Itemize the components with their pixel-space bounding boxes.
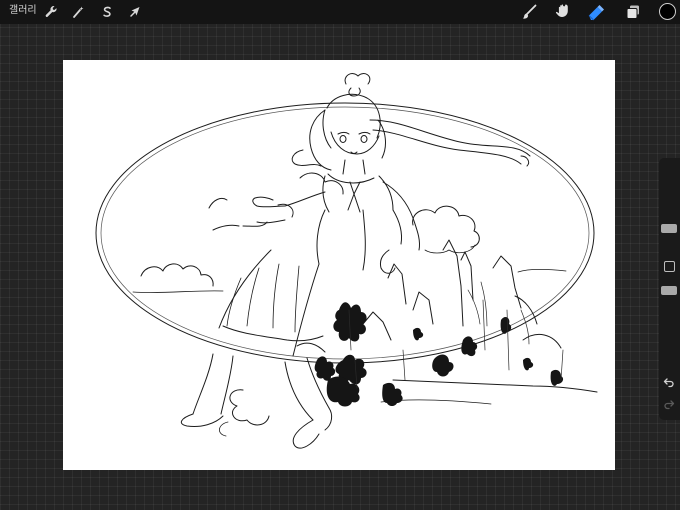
color-picker-swatch[interactable] <box>659 3 676 20</box>
drawing-canvas[interactable] <box>63 60 615 470</box>
brush-size-handle[interactable] <box>661 224 677 233</box>
side-toolbar <box>659 158 680 420</box>
selection-s-icon[interactable] <box>99 4 115 20</box>
layers-icon[interactable] <box>623 2 643 22</box>
gallery-button[interactable]: 갤러리 <box>9 4 37 18</box>
smudge-finger-icon[interactable] <box>553 2 573 22</box>
wrench-icon[interactable] <box>43 4 59 20</box>
opacity-slider[interactable] <box>659 278 680 368</box>
arrow-cursor-icon[interactable] <box>127 4 143 20</box>
top-toolbar: 갤러리 <box>0 0 680 24</box>
brush-size-slider[interactable] <box>659 162 680 252</box>
undo-icon[interactable] <box>663 376 675 388</box>
brush-icon[interactable] <box>520 2 540 22</box>
opacity-handle[interactable] <box>661 286 677 295</box>
eraser-icon[interactable] <box>586 2 606 22</box>
redo-icon[interactable] <box>663 398 675 410</box>
line-art-illustration <box>95 73 598 449</box>
modify-square-icon[interactable] <box>664 261 675 272</box>
magic-wand-icon[interactable] <box>70 4 86 20</box>
